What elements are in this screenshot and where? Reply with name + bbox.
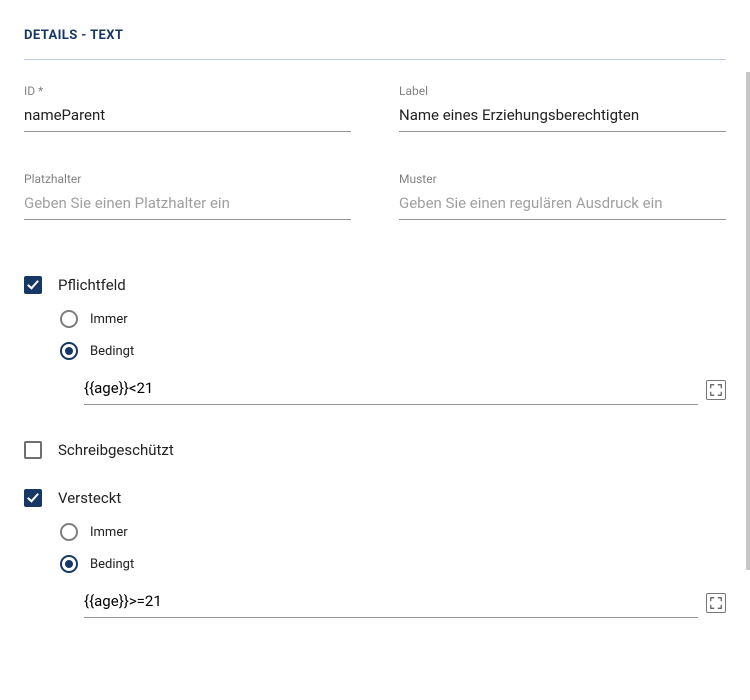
required-expression-row — [84, 374, 726, 405]
label-input[interactable] — [399, 101, 726, 132]
section-title: DETAILS - TEXT — [24, 28, 726, 43]
content: ID * Label Platzhalter Muster Pflichtfe — [24, 60, 726, 618]
hidden-checkbox[interactable] — [24, 489, 42, 507]
label-label: Label — [399, 84, 726, 98]
hidden-radio-conditional-row: Bedingt — [60, 555, 726, 573]
required-radio-always-label: Immer — [90, 312, 128, 327]
pattern-label: Muster — [399, 172, 726, 186]
hidden-radio-always-label: Immer — [90, 525, 128, 540]
required-radio-group: Immer Bedingt — [60, 310, 726, 360]
hidden-radio-conditional-label: Bedingt — [90, 557, 134, 572]
required-expand-button[interactable] — [706, 380, 726, 400]
required-radio-conditional[interactable] — [60, 342, 78, 360]
hidden-radio-conditional[interactable] — [60, 555, 78, 573]
hidden-label: Versteckt — [58, 489, 121, 507]
hidden-radio-always-row: Immer — [60, 523, 726, 541]
required-label: Pflichtfeld — [58, 276, 126, 294]
fullscreen-icon — [709, 383, 723, 397]
required-radio-always-row: Immer — [60, 310, 726, 328]
scrollbar[interactable] — [746, 72, 750, 570]
id-label: ID * — [24, 84, 351, 98]
hidden-expression-row — [84, 587, 726, 618]
required-checkbox[interactable] — [24, 276, 42, 294]
hidden-expression-input[interactable] — [84, 587, 698, 618]
hidden-radio-group: Immer Bedingt — [60, 523, 726, 573]
pattern-input[interactable] — [399, 189, 726, 220]
field-label: Label — [399, 84, 726, 132]
readonly-row: Schreibgeschützt — [24, 441, 726, 459]
required-expression-input[interactable] — [84, 374, 698, 405]
required-radio-always[interactable] — [60, 310, 78, 328]
fullscreen-icon — [709, 596, 723, 610]
placeholder-label: Platzhalter — [24, 172, 351, 186]
hidden-expand-button[interactable] — [706, 593, 726, 613]
hidden-radio-always[interactable] — [60, 523, 78, 541]
readonly-checkbox[interactable] — [24, 441, 42, 459]
readonly-label: Schreibgeschützt — [58, 441, 174, 459]
required-radio-conditional-label: Bedingt — [90, 344, 134, 359]
required-radio-conditional-row: Bedingt — [60, 342, 726, 360]
details-panel: DETAILS - TEXT ID * Label Platzhalter Mu… — [0, 0, 750, 638]
placeholder-input[interactable] — [24, 189, 351, 220]
field-pattern: Muster — [399, 172, 726, 220]
field-placeholder: Platzhalter — [24, 172, 351, 220]
id-input[interactable] — [24, 101, 351, 132]
hidden-row: Versteckt — [24, 489, 726, 507]
field-id: ID * — [24, 84, 351, 132]
required-row: Pflichtfeld — [24, 276, 726, 294]
